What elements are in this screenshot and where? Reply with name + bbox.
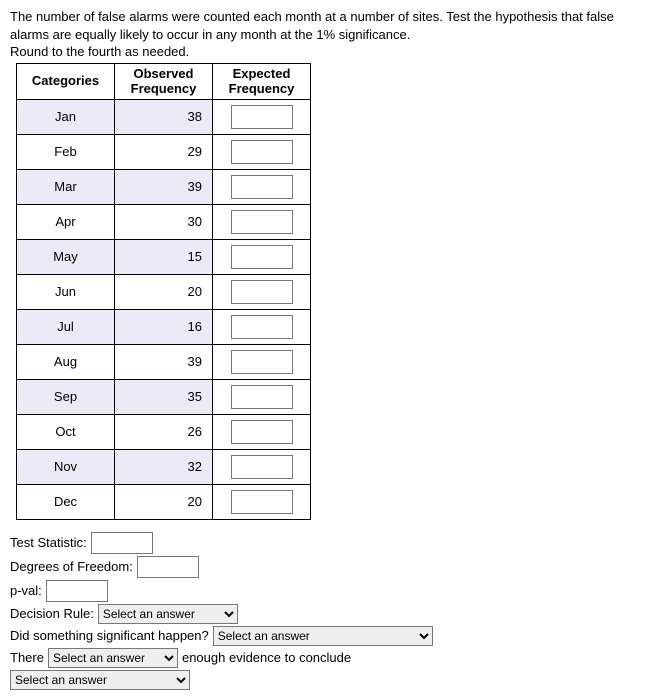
observed-cell: 35 bbox=[115, 379, 213, 414]
table-row: Jun20 bbox=[17, 274, 311, 309]
table-row: Dec20 bbox=[17, 484, 311, 519]
observed-cell: 16 bbox=[115, 309, 213, 344]
table-row: Sep35 bbox=[17, 379, 311, 414]
table-row: Jul16 bbox=[17, 309, 311, 344]
expected-input[interactable] bbox=[231, 280, 293, 304]
category-cell: Mar bbox=[17, 169, 115, 204]
expected-cell bbox=[213, 204, 311, 239]
prompt-line2: Round to the fourth as needed. bbox=[10, 44, 189, 59]
expected-input[interactable] bbox=[231, 140, 293, 164]
category-cell: Nov bbox=[17, 449, 115, 484]
expected-cell bbox=[213, 379, 311, 414]
observed-cell: 15 bbox=[115, 239, 213, 274]
expected-input[interactable] bbox=[231, 385, 293, 409]
expected-input[interactable] bbox=[231, 455, 293, 479]
expected-cell bbox=[213, 309, 311, 344]
observed-cell: 32 bbox=[115, 449, 213, 484]
there-label: There bbox=[10, 650, 44, 665]
category-cell: Jan bbox=[17, 99, 115, 134]
table-row: Nov32 bbox=[17, 449, 311, 484]
expected-input[interactable] bbox=[231, 420, 293, 444]
significant-label: Did something significant happen? bbox=[10, 628, 209, 643]
observed-cell: 30 bbox=[115, 204, 213, 239]
expected-cell bbox=[213, 449, 311, 484]
header-observed: Observed Frequency bbox=[115, 63, 213, 99]
category-cell: Jul bbox=[17, 309, 115, 344]
expected-input[interactable] bbox=[231, 210, 293, 234]
expected-cell bbox=[213, 239, 311, 274]
decision-rule-label: Decision Rule: bbox=[10, 606, 94, 621]
observed-cell: 26 bbox=[115, 414, 213, 449]
significant-select[interactable]: Select an answer bbox=[213, 626, 433, 646]
observed-cell: 38 bbox=[115, 99, 213, 134]
expected-cell bbox=[213, 274, 311, 309]
expected-cell bbox=[213, 344, 311, 379]
expected-input[interactable] bbox=[231, 490, 293, 514]
observed-cell: 29 bbox=[115, 134, 213, 169]
expected-cell bbox=[213, 414, 311, 449]
pval-label: p-val: bbox=[10, 583, 42, 598]
table-row: May15 bbox=[17, 239, 311, 274]
conclusion-select[interactable]: Select an answer bbox=[10, 670, 190, 690]
category-cell: Aug bbox=[17, 344, 115, 379]
table-row: Feb29 bbox=[17, 134, 311, 169]
table-row: Apr30 bbox=[17, 204, 311, 239]
header-expected: Expected Frequency bbox=[213, 63, 311, 99]
expected-cell bbox=[213, 484, 311, 519]
degrees-freedom-input[interactable] bbox=[137, 556, 199, 578]
decision-rule-select[interactable]: Select an answer bbox=[98, 604, 238, 624]
expected-cell bbox=[213, 99, 311, 134]
observed-cell: 39 bbox=[115, 169, 213, 204]
category-cell: Dec bbox=[17, 484, 115, 519]
expected-cell bbox=[213, 169, 311, 204]
expected-input[interactable] bbox=[231, 350, 293, 374]
category-cell: Oct bbox=[17, 414, 115, 449]
table-row: Aug39 bbox=[17, 344, 311, 379]
degrees-freedom-label: Degrees of Freedom: bbox=[10, 559, 133, 574]
expected-input[interactable] bbox=[231, 105, 293, 129]
expected-input[interactable] bbox=[231, 245, 293, 269]
evidence-select[interactable]: Select an answer bbox=[48, 648, 178, 668]
category-cell: Sep bbox=[17, 379, 115, 414]
expected-input[interactable] bbox=[231, 315, 293, 339]
evidence-suffix: enough evidence to conclude bbox=[182, 650, 351, 665]
pval-input[interactable] bbox=[46, 580, 108, 602]
table-row: Mar39 bbox=[17, 169, 311, 204]
category-cell: Apr bbox=[17, 204, 115, 239]
table-row: Oct26 bbox=[17, 414, 311, 449]
observed-cell: 20 bbox=[115, 484, 213, 519]
expected-input[interactable] bbox=[231, 175, 293, 199]
expected-cell bbox=[213, 134, 311, 169]
frequency-table: Categories Observed Frequency Expected F… bbox=[16, 63, 311, 520]
category-cell: Jun bbox=[17, 274, 115, 309]
category-cell: May bbox=[17, 239, 115, 274]
observed-cell: 39 bbox=[115, 344, 213, 379]
observed-cell: 20 bbox=[115, 274, 213, 309]
test-statistic-label: Test Statistic: bbox=[10, 535, 87, 550]
category-cell: Feb bbox=[17, 134, 115, 169]
test-statistic-input[interactable] bbox=[91, 532, 153, 554]
question-prompt: The number of false alarms were counted … bbox=[10, 8, 640, 61]
table-row: Jan38 bbox=[17, 99, 311, 134]
prompt-line1: The number of false alarms were counted … bbox=[10, 9, 614, 42]
header-categories: Categories bbox=[17, 63, 115, 99]
